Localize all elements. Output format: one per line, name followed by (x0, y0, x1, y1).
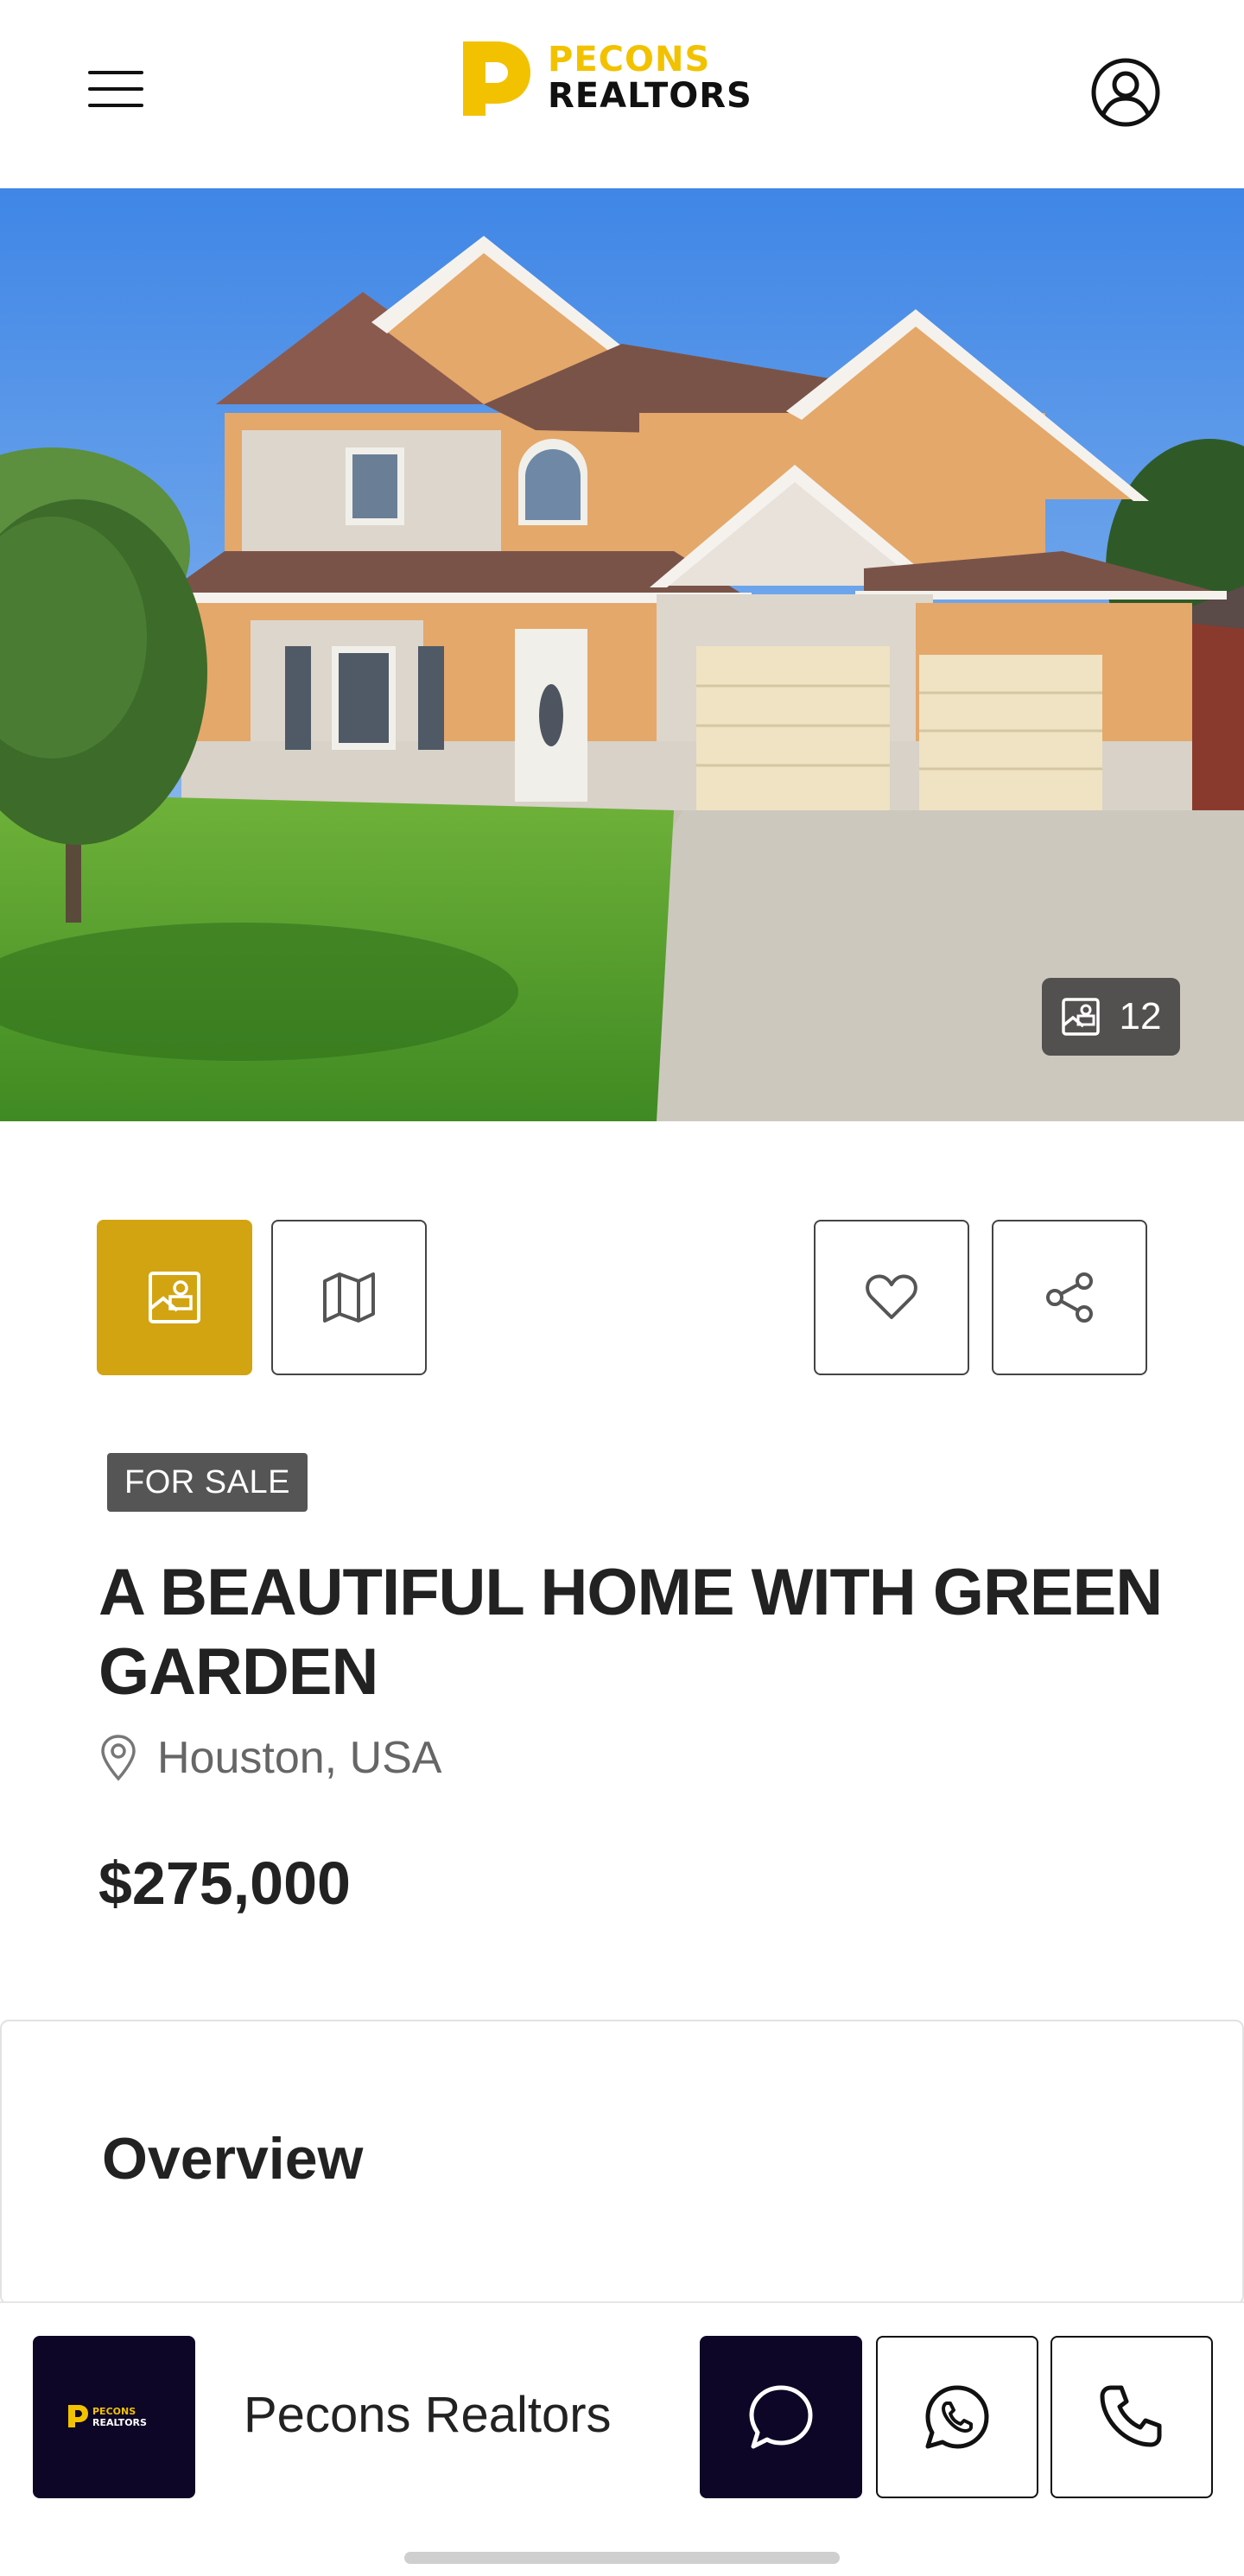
favorite-button[interactable] (814, 1220, 969, 1375)
status-badge: FOR SALE (107, 1453, 308, 1512)
image-icon (149, 1272, 200, 1323)
overview-heading: Overview (102, 2126, 364, 2192)
share-button[interactable] (992, 1220, 1147, 1375)
logo-mark-icon (463, 41, 530, 116)
chat-bubble-icon (749, 2385, 813, 2449)
phone-call-button[interactable] (1050, 2336, 1213, 2498)
location-text: Houston, USA (157, 1733, 442, 1783)
property-hero-image[interactable]: 12 (0, 188, 1244, 1121)
overview-section: Overview (0, 2020, 1244, 2305)
logo-text-top: PECONS (548, 40, 711, 79)
agent-logo-mark-icon: PECONS REALTORS (68, 2405, 147, 2428)
whatsapp-icon (925, 2385, 989, 2449)
share-icon (1046, 1272, 1093, 1323)
heart-icon (866, 1274, 917, 1319)
app-header: PECONS REALTORS (0, 0, 1244, 188)
agent-name: Pecons Realtors (244, 2387, 612, 2443)
image-icon (1061, 998, 1100, 1036)
whatsapp-button[interactable] (876, 2336, 1038, 2498)
logo-text-bottom: REALTORS (548, 76, 752, 116)
gallery-view-button[interactable] (97, 1220, 252, 1375)
location-pin-icon (101, 1735, 136, 1781)
agent-logo-text-bottom: REALTORS (92, 2417, 147, 2428)
listing-location: Houston, USA (98, 1728, 442, 1788)
chat-button[interactable] (700, 2336, 862, 2498)
listing-title: A BEAUTIFUL HOME WITH GREEN GARDEN (98, 1556, 1163, 1709)
photo-count-text: 12 (1119, 995, 1162, 1037)
map-view-button[interactable] (271, 1220, 427, 1375)
home-indicator[interactable] (404, 2552, 840, 2564)
phone-icon (1100, 2385, 1162, 2447)
agent-logo[interactable]: PECONS REALTORS (33, 2336, 195, 2498)
hamburger-menu-icon[interactable] (83, 67, 150, 111)
listing-price: $275,000 (98, 1850, 351, 1917)
map-icon (323, 1272, 375, 1323)
photo-count-badge[interactable]: 12 (1042, 978, 1180, 1056)
brand-logo[interactable]: PECONS REALTORS (456, 35, 752, 121)
user-circle-icon[interactable] (1090, 57, 1161, 128)
agent-logo-text-top: PECONS (92, 2406, 136, 2417)
agent-contact-bar: PECONS REALTORS Pecons Realtors (0, 2301, 1244, 2576)
